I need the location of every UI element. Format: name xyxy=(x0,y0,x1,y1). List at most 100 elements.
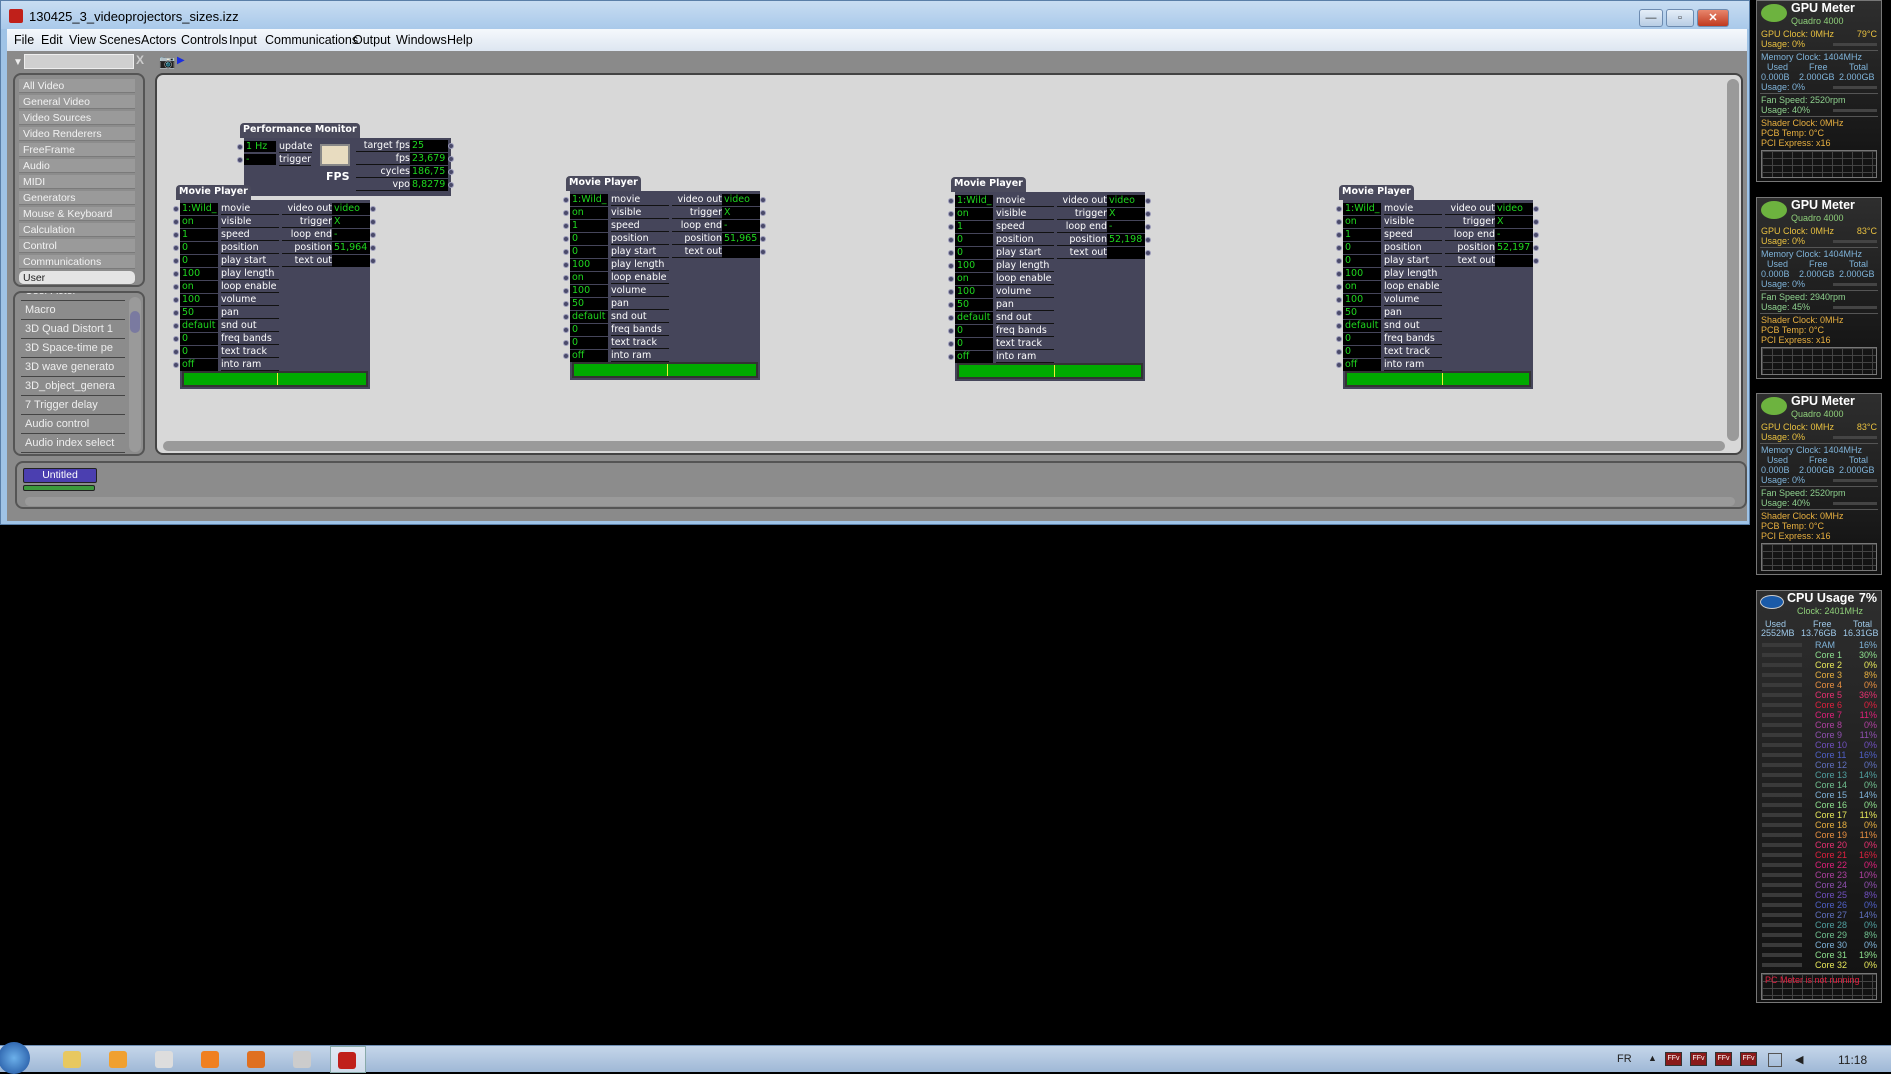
menu-actors[interactable]: Actors xyxy=(141,33,176,47)
input-value[interactable]: 0 xyxy=(1343,242,1381,254)
movie-player-actor[interactable]: Movie Player 1:Wild_ movie on visible 1 speed 0… xyxy=(173,185,376,390)
network-warning-icon[interactable] xyxy=(1768,1053,1782,1067)
port-dot[interactable] xyxy=(563,210,569,216)
port-dot[interactable] xyxy=(173,219,179,225)
input-value[interactable]: 1:Wild_ xyxy=(570,194,608,206)
input-value[interactable]: 1:Wild_ xyxy=(1343,203,1381,215)
port-dot[interactable] xyxy=(1145,198,1151,204)
library-actor-item[interactable]: Audio index select xyxy=(21,435,125,453)
port-dot[interactable] xyxy=(948,354,954,360)
input-value[interactable]: off xyxy=(1343,359,1381,371)
port-dot[interactable] xyxy=(173,336,179,342)
input-value[interactable]: on xyxy=(955,208,993,220)
taskbar-app-media-player-classic[interactable] xyxy=(148,1046,178,1073)
show-hidden-icons-arrow[interactable]: ▲ xyxy=(1648,1053,1657,1063)
language-indicator[interactable]: FR xyxy=(1617,1053,1632,1065)
scene-editor-canvas[interactable]: Performance Monitor 1 Hz update - trigger FPS… xyxy=(155,73,1743,455)
menu-file[interactable]: File xyxy=(14,33,34,47)
menu-help[interactable]: Help xyxy=(447,33,473,47)
port-dot[interactable] xyxy=(1533,206,1539,212)
input-value[interactable]: on xyxy=(180,281,218,293)
taskbar-app-firefox[interactable] xyxy=(240,1046,270,1073)
input-value[interactable]: 0 xyxy=(955,338,993,350)
movie-progress-bar[interactable] xyxy=(572,362,758,378)
input-value[interactable]: on xyxy=(1343,216,1381,228)
port-dot[interactable] xyxy=(370,258,376,264)
port-dot[interactable] xyxy=(948,250,954,256)
port-dot[interactable] xyxy=(760,236,766,242)
input-value[interactable]: 100 xyxy=(955,260,993,272)
port-dot[interactable] xyxy=(237,157,243,163)
port-dot[interactable] xyxy=(1336,349,1342,355)
input-value[interactable]: 100 xyxy=(955,286,993,298)
category-video-sources[interactable]: Video Sources xyxy=(19,111,135,125)
input-value[interactable]: - xyxy=(244,154,276,165)
input-value[interactable]: 100 xyxy=(570,285,608,297)
port-dot[interactable] xyxy=(173,284,179,290)
start-button[interactable] xyxy=(0,1042,30,1074)
close-button[interactable]: ✕ xyxy=(1697,9,1729,27)
port-dot[interactable] xyxy=(370,232,376,238)
playhead-marker[interactable] xyxy=(1053,365,1055,377)
port-dot[interactable] xyxy=(948,224,954,230)
port-dot[interactable] xyxy=(237,144,243,150)
volume-icon[interactable]: ◀ xyxy=(1795,1053,1803,1066)
port-dot[interactable] xyxy=(563,249,569,255)
port-dot[interactable] xyxy=(1336,297,1342,303)
input-value[interactable]: 50 xyxy=(180,307,218,319)
category-midi[interactable]: MIDI xyxy=(19,175,135,189)
input-value[interactable]: 0 xyxy=(180,242,218,254)
input-value[interactable]: 1 xyxy=(955,221,993,233)
taskbar-app-windows-explorer[interactable] xyxy=(56,1046,86,1073)
input-value[interactable]: on xyxy=(570,272,608,284)
port-dot[interactable] xyxy=(1336,362,1342,368)
input-value[interactable]: 100 xyxy=(570,259,608,271)
port-dot[interactable] xyxy=(448,156,454,162)
port-dot[interactable] xyxy=(563,288,569,294)
play-arrow-icon[interactable]: ▶ xyxy=(177,55,185,66)
input-value[interactable]: 0 xyxy=(180,255,218,267)
input-value[interactable]: 1 xyxy=(1343,229,1381,241)
gpu-meter-gadget[interactable]: GPU Meter Quadro 4000 GPU Clock: 0MHz 83°C U… xyxy=(1756,197,1882,379)
category-calculation[interactable]: Calculation xyxy=(19,223,135,237)
input-value[interactable]: 0 xyxy=(955,234,993,246)
library-actor-item[interactable]: Macro xyxy=(21,302,125,320)
port-dot[interactable] xyxy=(1533,245,1539,251)
input-value[interactable]: on xyxy=(955,273,993,285)
port-dot[interactable] xyxy=(760,223,766,229)
port-dot[interactable] xyxy=(1533,258,1539,264)
port-dot[interactable] xyxy=(563,340,569,346)
port-dot[interactable] xyxy=(760,210,766,216)
input-value[interactable]: 0 xyxy=(570,337,608,349)
category-audio[interactable]: Audio xyxy=(19,159,135,173)
port-dot[interactable] xyxy=(1336,323,1342,329)
canvas-horizontal-scrollbar[interactable] xyxy=(163,441,1725,451)
port-dot[interactable] xyxy=(563,275,569,281)
ffv-tray-icon[interactable]: FFv xyxy=(1740,1052,1757,1066)
input-value[interactable]: 50 xyxy=(570,298,608,310)
port-dot[interactable] xyxy=(1336,245,1342,251)
input-value[interactable]: 1 xyxy=(570,220,608,232)
scene-untitled[interactable]: Untitled xyxy=(23,468,97,483)
movie-player-actor[interactable]: Movie Player 1:Wild_ movie on visible 1 speed 0… xyxy=(1336,185,1539,390)
port-dot[interactable] xyxy=(1336,310,1342,316)
library-actor-item[interactable]: 7 Trigger delay xyxy=(21,397,125,415)
input-value[interactable]: 1 Hz xyxy=(244,141,276,152)
port-dot[interactable] xyxy=(563,197,569,203)
playhead-marker[interactable] xyxy=(666,364,668,376)
port-dot[interactable] xyxy=(173,271,179,277)
taskbar-app-vlc[interactable] xyxy=(194,1046,224,1073)
input-value[interactable]: 0 xyxy=(570,246,608,258)
menu-communications[interactable]: Communications xyxy=(265,33,358,47)
port-dot[interactable] xyxy=(173,245,179,251)
port-dot[interactable] xyxy=(173,297,179,303)
taskbar-app-isadora[interactable] xyxy=(330,1046,366,1073)
movie-player-actor[interactable]: Movie Player 1:Wild_ movie on visible 1 speed 0… xyxy=(563,176,766,381)
input-value[interactable]: default xyxy=(180,320,218,332)
category-communications[interactable]: Communications xyxy=(19,255,135,269)
port-dot[interactable] xyxy=(948,198,954,204)
category-control[interactable]: Control xyxy=(19,239,135,253)
cpu-meter-gadget[interactable]: CPU Usage 7% Clock: 2401MHz Used 2552MB Free 1… xyxy=(1756,590,1882,1003)
category-mouse-keyboard[interactable]: Mouse & Keyboard xyxy=(19,207,135,221)
ffv-tray-icon[interactable]: FFv xyxy=(1715,1052,1732,1066)
